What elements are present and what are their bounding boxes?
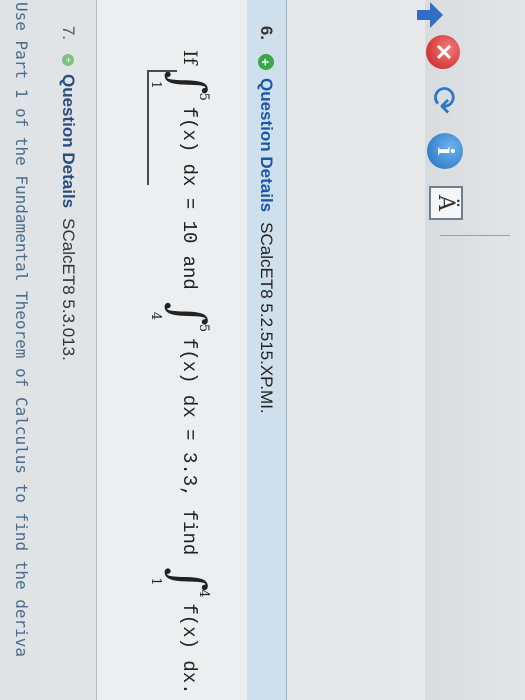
integral-1-upper: 5 <box>196 92 211 101</box>
expand-plus-icon[interactable]: + <box>258 54 274 70</box>
question-details-link[interactable]: Question Details <box>58 74 78 208</box>
question-6-header: 6. + Question Details SCalcET8 5.2.515.X… <box>245 0 287 700</box>
toolbar-divider <box>440 235 510 236</box>
integral-1-expr: f(x) dx = 10 <box>178 106 200 244</box>
and-word: and <box>178 255 200 290</box>
if-word: If <box>179 50 201 65</box>
question-7-text: Use Part 1 of the Fundamental Theorem of… <box>0 0 37 700</box>
refresh-icon[interactable]: ⟳ <box>423 80 463 120</box>
integral-2-expr: f(x) dx = 3.3, <box>178 337 200 498</box>
page-rotated: ✕ ⟳ i Ä 6. + Question Details SCalcET8 5… <box>0 0 525 700</box>
integral-3-lower: 1 <box>148 577 163 586</box>
integral-3-expr: f(x) dx. <box>178 603 200 695</box>
text-size-icon[interactable]: Ä <box>429 186 463 220</box>
question-6-body: If ∫ 5 1 f(x) dx = 10 and ∫ 5 4 f(x) dx = 3.… <box>97 0 247 700</box>
expand-plus-icon[interactable]: + <box>62 54 74 66</box>
toolbar: ✕ ⟳ i Ä <box>417 0 525 700</box>
integral-2-upper: 5 <box>196 323 211 333</box>
answer-input-box[interactable] <box>147 70 177 185</box>
question-7-header: 7. + Question Details SCalcET8 5.3.013. <box>36 0 97 700</box>
info-icon[interactable]: i <box>427 133 463 169</box>
question-code: SCalcET8 5.2.515.XP.MI. <box>257 222 276 414</box>
question-details-link[interactable]: Question Details <box>256 78 276 212</box>
integral-3-upper: 4 <box>196 589 211 598</box>
integral-3: ∫ 4 1 <box>148 567 216 597</box>
close-icon[interactable]: ✕ <box>426 35 460 69</box>
integral-2: ∫ 5 4 <box>148 302 216 332</box>
integral-2-lower: 4 <box>148 311 163 321</box>
question-number: 6. <box>257 25 276 40</box>
back-arrow-icon[interactable] <box>415 0 445 30</box>
question-number: 7. <box>59 25 78 40</box>
find-word: find <box>178 509 200 556</box>
question-code: SCalcET8 5.3.013. <box>59 218 78 361</box>
